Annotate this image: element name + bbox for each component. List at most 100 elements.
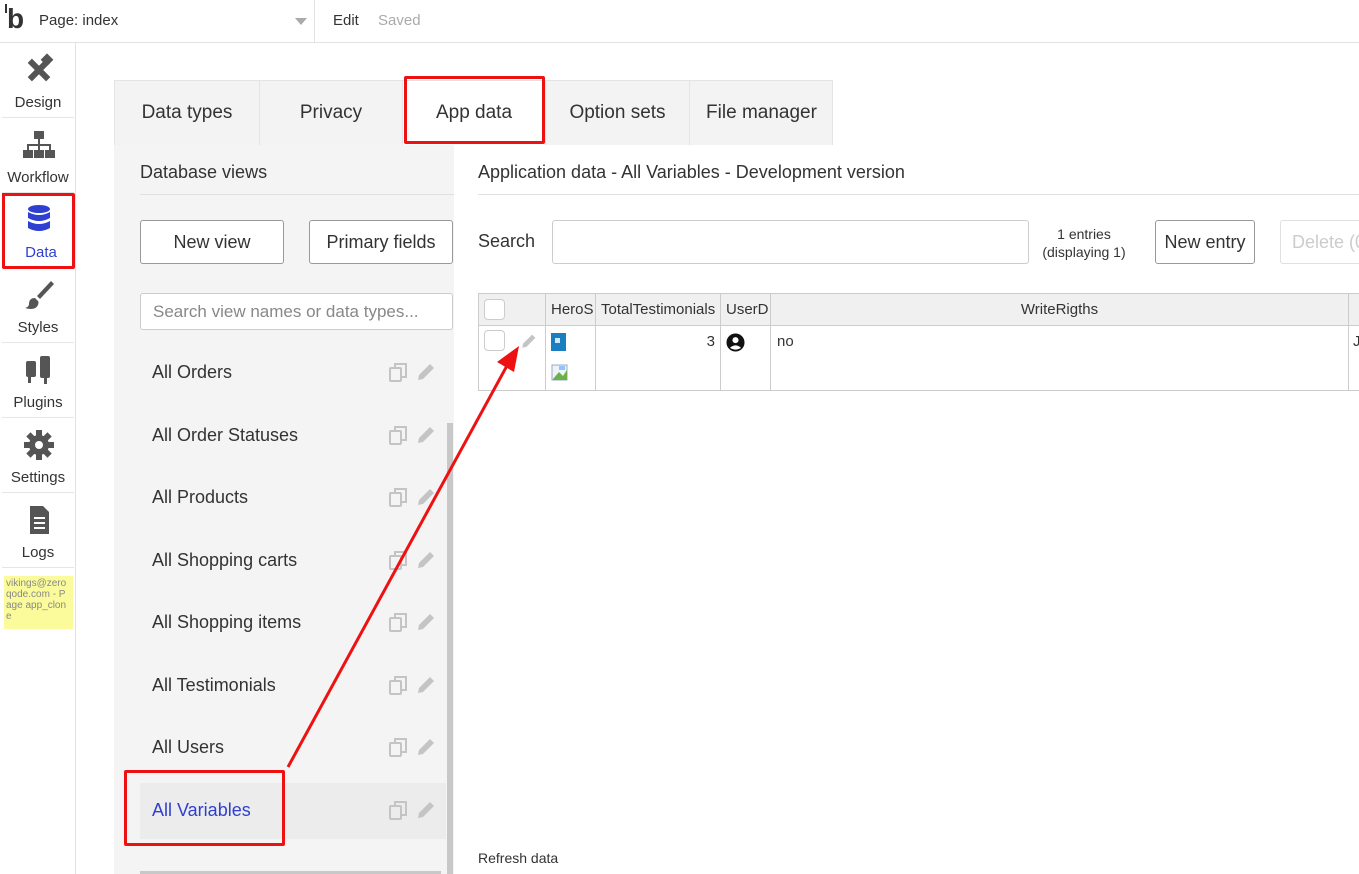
view-name: All Users	[152, 737, 225, 757]
pencil-icon[interactable]	[414, 675, 436, 697]
nav-plugins[interactable]: Plugins	[2, 343, 74, 418]
nav-data[interactable]: Data	[2, 193, 74, 268]
user-avatar-icon[interactable]	[726, 333, 745, 352]
copy-icon[interactable]	[388, 612, 410, 634]
copy-icon[interactable]	[388, 362, 410, 384]
select-all-checkbox[interactable]	[484, 299, 505, 320]
refresh-data-link[interactable]: Refresh data	[478, 850, 558, 866]
app-root: b Page: index Edit Saved Design Workflow	[0, 0, 1359, 874]
pencil-icon[interactable]	[519, 333, 537, 351]
copy-icon[interactable]	[388, 800, 410, 822]
scrollbar[interactable]	[447, 423, 453, 874]
bubble-logo[interactable]: b	[3, 4, 29, 34]
entries-count-line: 1 entries	[1057, 226, 1111, 242]
edit-menu[interactable]: Edit	[333, 12, 359, 29]
tab-file-manager[interactable]: File manager	[690, 81, 833, 145]
nav-styles[interactable]: Styles	[2, 268, 74, 343]
view-name: All Variables	[152, 800, 251, 820]
search-label: Search	[478, 231, 536, 251]
delete-button[interactable]: Delete (0	[1280, 220, 1359, 264]
entries-count: 1 entries (displaying 1)	[1034, 225, 1134, 261]
workflow-icon	[23, 131, 55, 158]
pencil-icon[interactable]	[414, 550, 436, 572]
primary-fields-button[interactable]: Primary fields	[309, 220, 453, 264]
list-item[interactable]: All Testimonials	[140, 658, 446, 714]
pencil-icon[interactable]	[414, 800, 436, 822]
column-header[interactable]: WriteRigths	[771, 294, 1349, 326]
copy-icon[interactable]	[388, 737, 410, 759]
hero-image-cell	[546, 326, 596, 390]
database-views-column: Database views New view Primary fields A…	[114, 145, 454, 874]
list-item[interactable]: All Users	[140, 720, 446, 776]
pencil-icon[interactable]	[414, 362, 436, 384]
row-checkbox[interactable]	[484, 330, 505, 351]
pencil-icon[interactable]	[414, 425, 436, 447]
view-name: All Shopping carts	[152, 550, 298, 570]
pencil-icon[interactable]	[414, 612, 436, 634]
left-nav: Design Workflow Data Styles Plugins Sett…	[0, 43, 76, 874]
pencil-icon[interactable]	[414, 737, 436, 759]
list-item[interactable]: All Order Statuses	[140, 408, 446, 464]
view-name: All Testimonials	[152, 675, 276, 695]
plug-icon	[26, 356, 50, 384]
chevron-down-icon	[295, 18, 307, 25]
write-rights-cell: no	[771, 326, 1349, 390]
tab-app-data[interactable]: App data	[403, 81, 546, 147]
nav-design[interactable]: Design	[2, 43, 74, 118]
column-header	[1349, 294, 1359, 326]
copy-icon[interactable]	[388, 550, 410, 572]
nav-settings[interactable]: Settings	[2, 418, 74, 493]
new-entry-button[interactable]: New entry	[1155, 220, 1255, 264]
user-note: vikings@zeroqode.com - Page app_clone	[4, 576, 73, 629]
tab-option-sets[interactable]: Option sets	[546, 81, 690, 145]
app-data-title: Application data - All Variables - Devel…	[478, 162, 905, 182]
nav-workflow-label: Workflow	[7, 169, 69, 186]
nav-plugins-label: Plugins	[13, 394, 63, 411]
nav-logs[interactable]: Logs	[2, 493, 74, 568]
divider	[140, 194, 454, 195]
copy-icon[interactable]	[388, 487, 410, 509]
column-header[interactable]: HeroS	[546, 294, 596, 326]
nav-workflow[interactable]: Workflow	[2, 118, 74, 193]
data-search-input[interactable]	[552, 220, 1029, 264]
view-name: All Orders	[152, 362, 233, 382]
document-icon	[30, 506, 49, 534]
row-select-cell	[479, 326, 546, 390]
select-all-cell	[479, 294, 546, 326]
pencil-icon[interactable]	[414, 487, 436, 509]
database-views-title: Database views	[140, 162, 268, 182]
broken-image-icon	[551, 364, 568, 381]
save-status: Saved	[378, 12, 421, 29]
tab-data-types[interactable]: Data types	[115, 81, 260, 145]
image-thumbnail-icon[interactable]	[551, 333, 566, 351]
page-selector-label: Page: index	[39, 12, 119, 29]
copy-icon[interactable]	[388, 425, 410, 447]
gear-icon	[24, 430, 54, 460]
overflow-cell: J	[1353, 333, 1359, 350]
data-table: HeroS TotalTestimonials UserD WriteRigth…	[478, 293, 1359, 391]
list-item[interactable]: All Shopping carts	[140, 533, 446, 589]
list-item[interactable]: All Orders	[140, 345, 446, 401]
database-icon	[28, 205, 50, 231]
view-search-input[interactable]	[140, 293, 453, 330]
page-selector[interactable]: Page: index	[33, 0, 315, 42]
copy-icon[interactable]	[388, 675, 410, 697]
column-header[interactable]: UserD	[721, 294, 771, 326]
view-name: All Products	[152, 487, 249, 507]
list-item[interactable]: All Shopping items	[140, 595, 446, 651]
view-name: All Order Statuses	[152, 425, 299, 445]
tab-privacy[interactable]: Privacy	[260, 81, 403, 145]
entries-display-line: (displaying 1)	[1042, 244, 1126, 260]
divider	[478, 194, 1359, 195]
nav-design-label: Design	[14, 94, 62, 111]
view-list: All Orders All Order Statuses All Produc…	[140, 345, 446, 845]
app-data-panel: Database views New view Primary fields A…	[114, 145, 1359, 874]
table-header: HeroS TotalTestimonials UserD WriteRigth…	[479, 294, 1359, 326]
new-view-button[interactable]: New view	[140, 220, 284, 264]
list-item[interactable]: All Products	[140, 470, 446, 526]
top-bar: b Page: index Edit Saved	[0, 0, 1359, 43]
nav-styles-label: Styles	[17, 319, 59, 336]
user-cell	[721, 326, 771, 390]
column-header[interactable]: TotalTestimonials	[596, 294, 721, 326]
list-item-selected[interactable]: All Variables	[140, 783, 446, 839]
